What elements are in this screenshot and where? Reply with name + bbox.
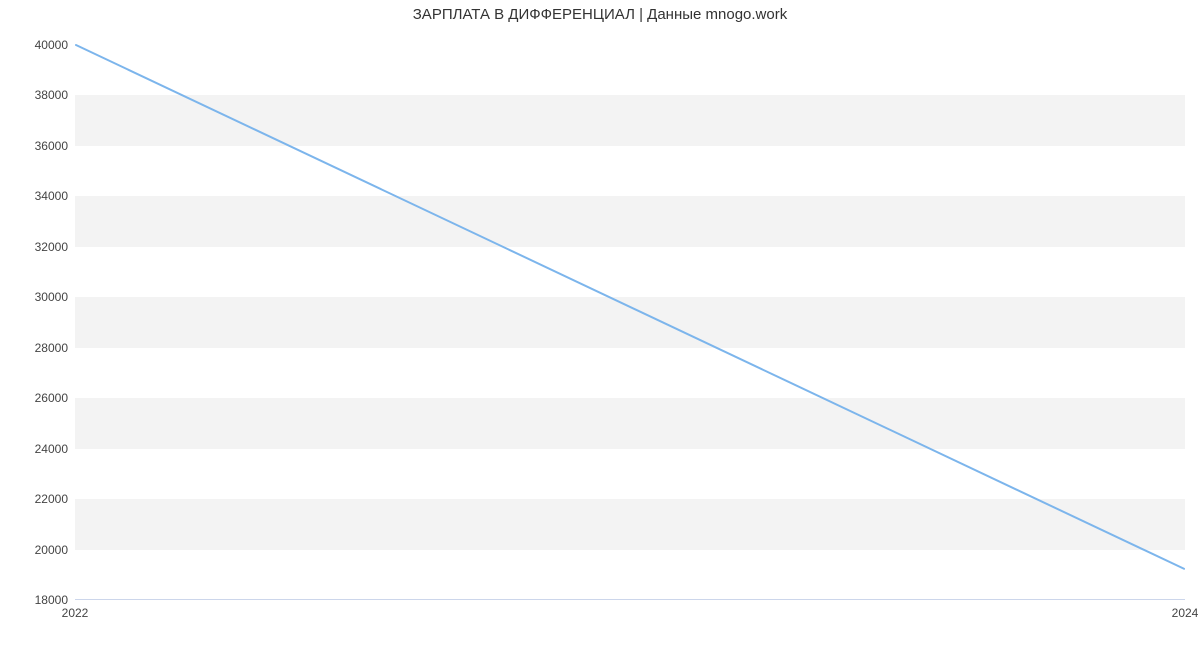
chart-container: ЗАРПЛАТА В ДИФФЕРЕНЦИАЛ | Данные mnogo.w… [0,0,1200,650]
line-layer [75,45,1185,599]
y-tick-label: 24000 [8,442,68,456]
y-tick-label: 38000 [8,88,68,102]
y-tick-label: 36000 [8,139,68,153]
y-tick-label: 22000 [8,492,68,506]
plot-area [75,45,1185,600]
series-line [76,45,1184,569]
y-tick-label: 34000 [8,189,68,203]
chart-title: ЗАРПЛАТА В ДИФФЕРЕНЦИАЛ | Данные mnogo.w… [0,6,1200,23]
x-tick-label: 2024 [1172,606,1199,620]
y-tick-label: 40000 [8,38,68,52]
y-tick-label: 30000 [8,290,68,304]
y-tick-label: 26000 [8,391,68,405]
y-tick-label: 20000 [8,543,68,557]
x-tick-label: 2022 [62,606,89,620]
y-tick-label: 18000 [8,593,68,607]
y-tick-label: 28000 [8,341,68,355]
y-tick-label: 32000 [8,240,68,254]
